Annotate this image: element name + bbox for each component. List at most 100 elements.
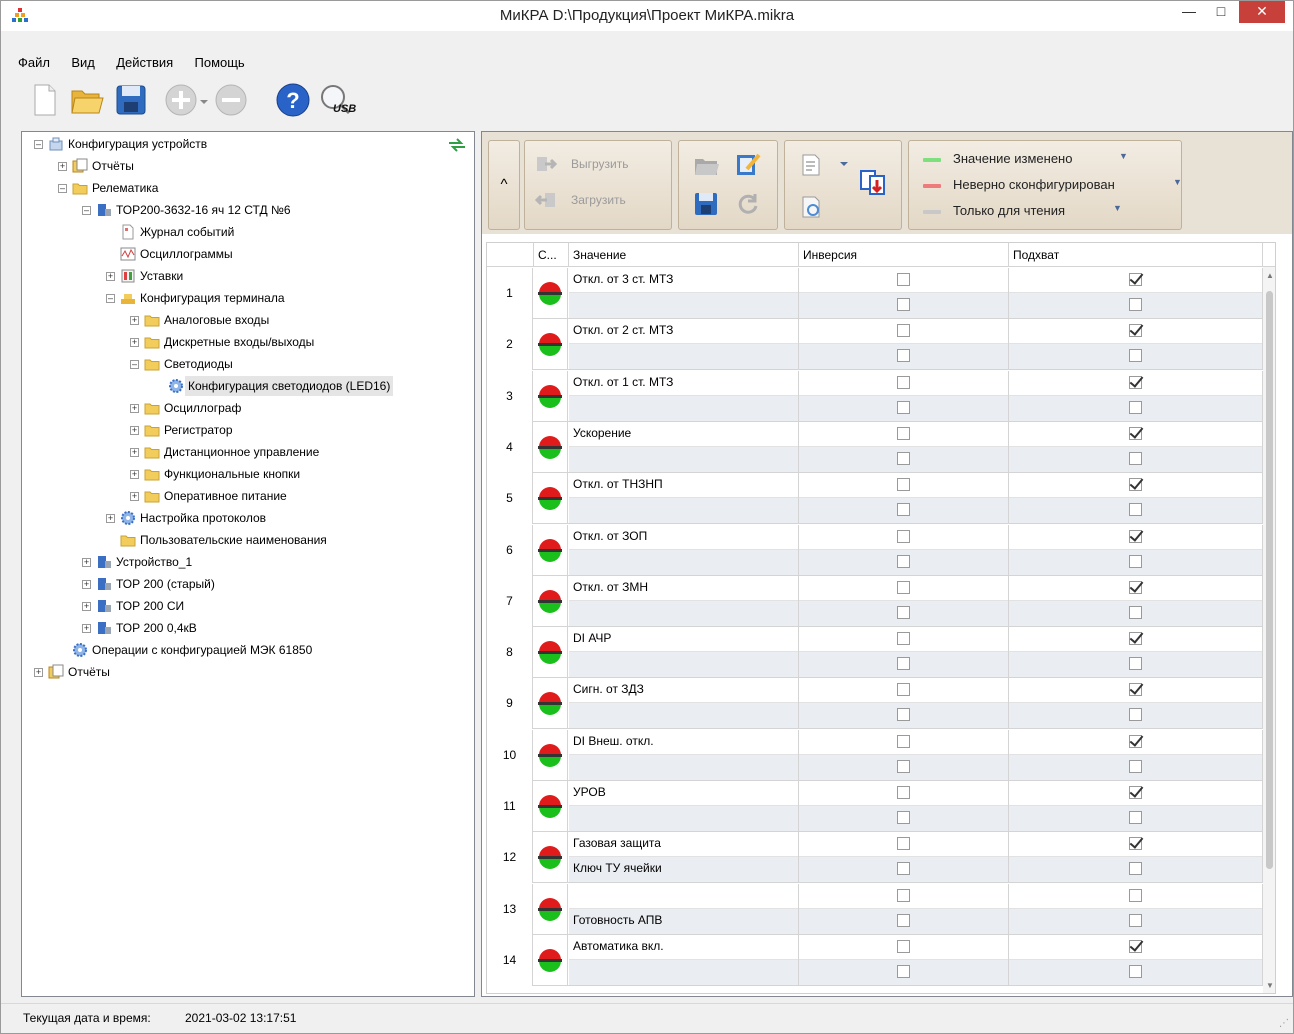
report-preview-icon[interactable]: [799, 195, 823, 219]
capture-checkbox[interactable]: [1129, 324, 1142, 338]
expand-icon[interactable]: +: [130, 316, 139, 325]
collapse-icon[interactable]: –: [58, 184, 67, 193]
value-cell[interactable]: DI Внеш. откл.: [569, 729, 799, 755]
scroll-up-icon[interactable]: ▲: [1266, 271, 1274, 280]
scrollbar-thumb[interactable]: [1266, 291, 1273, 869]
expand-icon[interactable]: +: [130, 492, 139, 501]
menu-help[interactable]: Помощь: [186, 51, 254, 74]
inversion-checkbox[interactable]: [897, 451, 910, 465]
table-row[interactable]: 9 Сигн. от ЗДЗ: [487, 678, 1263, 730]
inversion-checkbox[interactable]: [897, 554, 910, 568]
inversion-checkbox[interactable]: [897, 298, 910, 311]
table-row[interactable]: 7 Откл. от ЗМН: [487, 575, 1263, 627]
capture-checkbox[interactable]: [1129, 759, 1142, 773]
maximize-button[interactable]: □: [1205, 1, 1237, 23]
report-icon[interactable]: [799, 153, 823, 177]
value-cell[interactable]: Откл. от 1 ст. МТЗ: [569, 370, 799, 396]
capture-checkbox[interactable]: [1129, 503, 1142, 517]
scroll-down-icon[interactable]: ▼: [1266, 981, 1274, 990]
capture-checkbox[interactable]: [1129, 400, 1142, 414]
value-cell[interactable]: Откл. от 3 ст. МТЗ: [569, 268, 799, 293]
inversion-checkbox[interactable]: [897, 734, 910, 748]
capture-checkbox[interactable]: [1129, 426, 1142, 440]
collapse-icon[interactable]: –: [106, 294, 115, 303]
capture-checkbox[interactable]: [1129, 683, 1142, 697]
ribbon-collapse-button[interactable]: ^: [488, 140, 520, 230]
add-device-icon[interactable]: [163, 81, 199, 119]
resize-grip-icon[interactable]: ⋰: [1279, 1018, 1289, 1029]
inversion-checkbox[interactable]: [897, 657, 910, 671]
col-header-value[interactable]: Значение: [569, 243, 799, 267]
value-cell[interactable]: [569, 754, 799, 780]
capture-checkbox[interactable]: [1129, 734, 1142, 748]
collapse-icon[interactable]: –: [34, 140, 43, 149]
open-config-icon[interactable]: [693, 153, 719, 177]
value-cell[interactable]: DI АЧР: [569, 627, 799, 653]
upload-button[interactable]: Выгрузить: [535, 153, 665, 179]
inversion-checkbox[interactable]: [897, 426, 910, 440]
inversion-checkbox[interactable]: [897, 786, 910, 799]
collapse-icon[interactable]: –: [82, 206, 91, 215]
chevron-down-icon[interactable]: ▼: [1119, 151, 1128, 161]
table-row[interactable]: 6 Откл. от ЗОП: [487, 524, 1263, 576]
inversion-checkbox[interactable]: [897, 837, 910, 851]
value-cell[interactable]: Откл. от ЗМН: [569, 575, 799, 601]
value-cell[interactable]: [569, 652, 799, 678]
expand-icon[interactable]: +: [130, 448, 139, 457]
help-icon[interactable]: ?: [275, 81, 311, 119]
inversion-checkbox[interactable]: [897, 862, 910, 876]
inversion-checkbox[interactable]: [897, 708, 910, 722]
capture-checkbox[interactable]: [1129, 913, 1142, 927]
inversion-checkbox[interactable]: [897, 683, 910, 697]
table-row[interactable]: 2 Откл. от 2 ст. МТЗ: [487, 319, 1263, 371]
menu-file[interactable]: Файл: [9, 51, 59, 74]
value-cell[interactable]: [569, 959, 799, 985]
inversion-checkbox[interactable]: [897, 478, 910, 492]
expand-icon[interactable]: +: [130, 338, 139, 347]
capture-checkbox[interactable]: [1129, 580, 1142, 594]
value-cell[interactable]: [569, 549, 799, 575]
value-cell[interactable]: [569, 703, 799, 729]
capture-checkbox[interactable]: [1129, 298, 1142, 311]
device-tree-panel[interactable]: – Конфигурация устройств + Отчёты – Релематик…: [21, 131, 475, 997]
capture-checkbox[interactable]: [1129, 786, 1142, 799]
expand-icon[interactable]: +: [82, 580, 91, 589]
grid-vertical-scrollbar[interactable]: ▲ ▼: [1263, 267, 1275, 993]
inversion-checkbox[interactable]: [897, 580, 910, 594]
capture-checkbox[interactable]: [1129, 964, 1142, 978]
expand-icon[interactable]: +: [82, 602, 91, 611]
usb-connect-icon[interactable]: USB: [317, 81, 361, 119]
value-cell[interactable]: Откл. от ЗОП: [569, 524, 799, 550]
capture-checkbox[interactable]: [1129, 837, 1142, 851]
value-cell[interactable]: Сигн. от ЗДЗ: [569, 678, 799, 704]
value-cell[interactable]: [569, 293, 799, 318]
expand-icon[interactable]: +: [34, 668, 43, 677]
capture-checkbox[interactable]: [1129, 554, 1142, 568]
capture-checkbox[interactable]: [1129, 375, 1142, 389]
value-cell[interactable]: [569, 883, 799, 909]
capture-checkbox[interactable]: [1129, 349, 1142, 363]
capture-checkbox[interactable]: [1129, 605, 1142, 619]
value-cell[interactable]: Ключ ТУ ячейки: [569, 857, 799, 883]
value-cell[interactable]: Газовая защита: [569, 832, 799, 858]
save-icon[interactable]: [113, 81, 149, 119]
sync-arrows-icon[interactable]: [448, 138, 466, 152]
value-cell[interactable]: [569, 806, 799, 831]
value-cell[interactable]: Откл. от 2 ст. МТЗ: [569, 319, 799, 345]
capture-checkbox[interactable]: [1129, 862, 1142, 876]
close-button[interactable]: ✕: [1239, 1, 1285, 23]
inversion-checkbox[interactable]: [897, 529, 910, 543]
new-file-icon[interactable]: [27, 81, 63, 119]
inversion-checkbox[interactable]: [897, 324, 910, 338]
menu-view[interactable]: Вид: [62, 51, 104, 74]
inversion-checkbox[interactable]: [897, 375, 910, 389]
capture-checkbox[interactable]: [1129, 273, 1142, 286]
value-cell[interactable]: УРОВ: [569, 781, 799, 806]
inversion-checkbox[interactable]: [897, 964, 910, 978]
capture-checkbox[interactable]: [1129, 478, 1142, 492]
capture-checkbox[interactable]: [1129, 708, 1142, 722]
value-cell[interactable]: Откл. от ТНЗНП: [569, 473, 799, 499]
report-dropdown-icon[interactable]: [839, 159, 849, 169]
inversion-checkbox[interactable]: [897, 349, 910, 363]
col-header-capture[interactable]: Подхват: [1009, 243, 1263, 267]
